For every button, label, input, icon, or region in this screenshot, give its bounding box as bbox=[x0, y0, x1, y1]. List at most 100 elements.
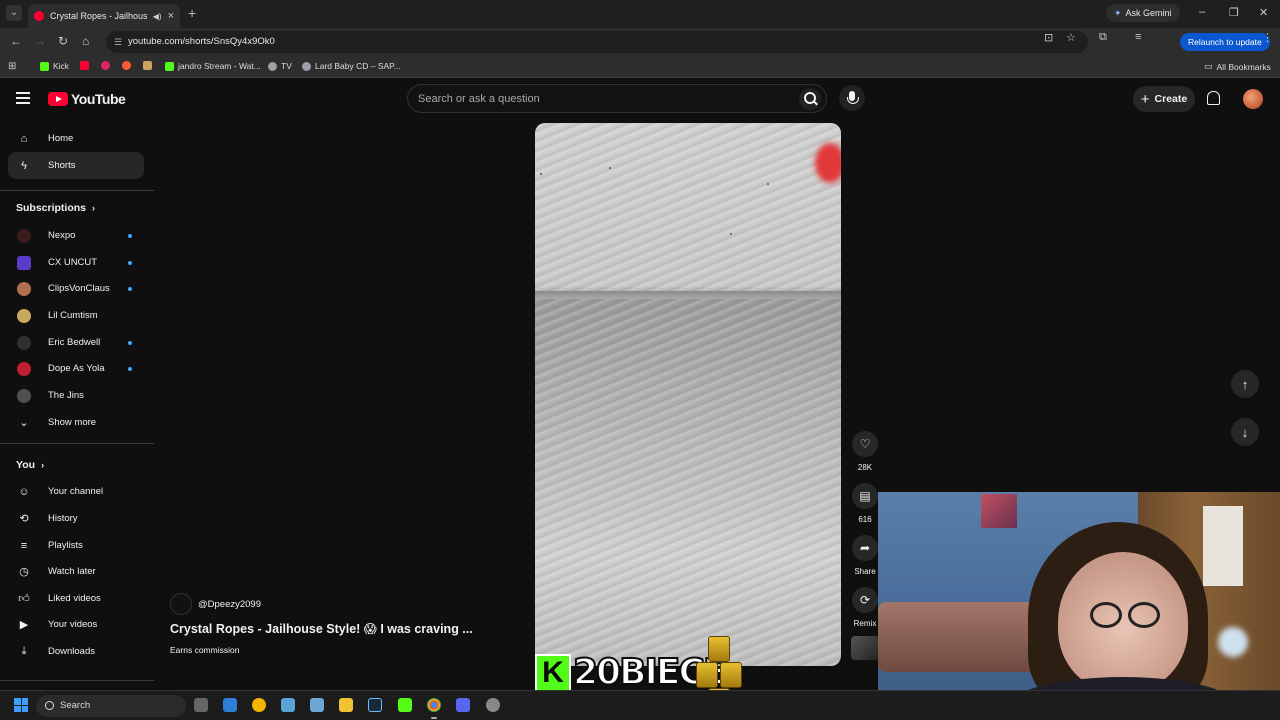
sidebar-item-history[interactable]: ⟲ History bbox=[8, 505, 144, 532]
back-icon[interactable]: ← bbox=[10, 34, 22, 48]
new-tab-button[interactable]: + bbox=[188, 5, 196, 21]
file-explorer-icon[interactable] bbox=[339, 698, 353, 712]
weather-icon[interactable] bbox=[252, 698, 266, 712]
youtube-logo[interactable]: YouTube bbox=[48, 91, 126, 107]
share-button[interactable]: ➦ Share bbox=[852, 535, 878, 576]
previous-short-arrow-up-icon[interactable]: ↑ bbox=[1231, 370, 1259, 398]
windows-start-icon[interactable] bbox=[14, 698, 28, 712]
home-icon[interactable]: ⌂ bbox=[82, 34, 89, 48]
close-tab-icon[interactable]: × bbox=[168, 10, 174, 22]
sidebar-item-your-channel[interactable]: ☺ Your channel bbox=[8, 478, 144, 505]
short-video-player[interactable] bbox=[535, 123, 841, 666]
discord-icon[interactable] bbox=[456, 698, 470, 712]
microphone-icon[interactable] bbox=[839, 85, 865, 111]
close-window-icon[interactable]: ✕ bbox=[1259, 6, 1268, 19]
relaunch-button[interactable]: Relaunch to update bbox=[1180, 33, 1270, 51]
channel-row[interactable]: @Dpeezy2099 bbox=[170, 593, 261, 615]
hamburger-menu-icon[interactable] bbox=[16, 92, 30, 104]
bookmark-star-icon[interactable]: ☆ bbox=[1066, 31, 1076, 44]
create-button[interactable]: + Create bbox=[1133, 86, 1195, 112]
video-frame-detail bbox=[767, 183, 769, 185]
share-label: Share bbox=[854, 567, 876, 576]
install-app-icon[interactable]: ⊡ bbox=[1044, 31, 1053, 44]
like-count: 28K bbox=[857, 463, 873, 472]
account-avatar[interactable] bbox=[1243, 89, 1263, 109]
short-title[interactable]: Crystal Ropes - Jailhouse Style! 😱 I was… bbox=[170, 621, 510, 636]
search-icon[interactable] bbox=[799, 88, 821, 110]
subscriptions-heading[interactable]: Subscriptions › bbox=[16, 202, 95, 214]
bookmark-kick[interactable]: Kick bbox=[40, 61, 69, 71]
sidebar-item-watch-later[interactable]: ◷ Watch later bbox=[8, 558, 144, 585]
reload-icon[interactable]: ↻ bbox=[58, 34, 68, 48]
extensions-icon[interactable]: ⧉ bbox=[1099, 31, 1107, 44]
bookmark-reddit[interactable] bbox=[122, 61, 131, 70]
sidebar-item-cx-uncut[interactable]: CX UNCUT bbox=[8, 249, 144, 276]
bookmark-jandro-stream[interactable]: jandro Stream - Wat... bbox=[165, 61, 261, 71]
earns-commission-label: Earns commission bbox=[170, 645, 240, 655]
bookmark-lard-baby[interactable]: Lard Baby CD – SAP... bbox=[302, 61, 401, 71]
home-icon: ⌂ bbox=[20, 132, 28, 145]
chrome-icon[interactable] bbox=[427, 698, 441, 719]
next-short-arrow-down-icon[interactable]: ↓ bbox=[1231, 418, 1259, 446]
ask-gemini-button[interactable]: ✦ Ask Gemini bbox=[1106, 4, 1180, 22]
sidebar-item-nexpo[interactable]: Nexpo bbox=[8, 222, 144, 249]
search-box bbox=[407, 84, 827, 113]
browser-tab[interactable]: Crystal Ropes - Jailhouse St ◀) × bbox=[28, 4, 180, 28]
sidebar-item-shorts[interactable]: ϟ Shorts bbox=[8, 152, 144, 179]
sidebar-item-liked-videos[interactable]: 👍︎ Liked videos bbox=[8, 585, 144, 612]
sidebar-item-dope-as-yola[interactable]: Dope As Yola bbox=[8, 355, 144, 382]
channel-avatar bbox=[17, 361, 31, 376]
image-bookmark-icon bbox=[143, 61, 152, 70]
remix-button[interactable]: ⟳ Remix bbox=[852, 587, 878, 628]
webcam-detail bbox=[981, 494, 1017, 528]
speaker-icon[interactable]: ◀) bbox=[153, 12, 162, 21]
new-content-dot bbox=[128, 233, 132, 238]
comments-button[interactable]: ▤ 616 bbox=[852, 483, 878, 524]
notifications-bell-icon[interactable] bbox=[1207, 91, 1220, 105]
show-more-button[interactable]: ⌄ Show more bbox=[8, 409, 144, 436]
sidebar-item-lil-cumtism[interactable]: Lil Cumtism bbox=[8, 302, 144, 329]
bookmark-youtube[interactable] bbox=[80, 61, 89, 70]
sidebar-item-playlists[interactable]: ≡ Playlists bbox=[8, 532, 144, 559]
minecraft-icon[interactable] bbox=[398, 698, 412, 712]
widgets-icon[interactable] bbox=[223, 698, 237, 712]
photos-icon[interactable] bbox=[281, 698, 295, 712]
channel-avatar bbox=[17, 388, 31, 403]
bookmark-pinterest[interactable] bbox=[101, 61, 110, 70]
restore-icon[interactable]: ❐ bbox=[1229, 6, 1239, 19]
task-view-icon[interactable] bbox=[194, 698, 208, 712]
sidebar-item-eric-bedwell[interactable]: Eric Bedwell bbox=[8, 329, 144, 356]
tab-search-icon[interactable]: ⌄ bbox=[6, 5, 22, 21]
bookmark-tv[interactable]: TV bbox=[268, 61, 292, 71]
app-icon[interactable] bbox=[486, 698, 500, 712]
channel-handle[interactable]: @Dpeezy2099 bbox=[198, 599, 261, 610]
search-input[interactable] bbox=[418, 90, 788, 108]
minimize-icon[interactable]: – bbox=[1199, 6, 1205, 18]
like-button[interactable]: ♡ 28K bbox=[852, 431, 878, 472]
create-label: Create bbox=[1154, 93, 1188, 105]
bookmark-image[interactable] bbox=[143, 61, 152, 70]
windows-taskbar: Search bbox=[0, 690, 1280, 720]
menu-kebab-icon[interactable]: ⋮ bbox=[1262, 31, 1273, 44]
sidebar-item-clipsvonclaus[interactable]: ClipsVonClaus bbox=[8, 275, 144, 302]
remix-label: Remix bbox=[853, 619, 877, 628]
channel-avatar[interactable] bbox=[170, 593, 192, 615]
sidebar-item-downloads[interactable]: ⤓ Downloads bbox=[8, 638, 144, 665]
sidebar-item-home[interactable]: ⌂ Home bbox=[8, 125, 144, 152]
address-bar[interactable]: ☰ youtube.com/shorts/SnsQy4x9Ok0 bbox=[106, 31, 1088, 53]
sidebar-item-your-videos[interactable]: ▶ Your videos bbox=[8, 611, 144, 638]
forward-icon[interactable]: → bbox=[34, 34, 46, 48]
taskbar-search[interactable]: Search bbox=[36, 695, 186, 717]
apps-grid-icon[interactable]: ⊞ bbox=[8, 61, 16, 72]
audio-thumbnail[interactable] bbox=[851, 636, 879, 660]
you-heading[interactable]: You › bbox=[16, 459, 44, 471]
youtube-logo-text: YouTube bbox=[71, 91, 126, 107]
divider bbox=[0, 680, 154, 681]
calculator-icon[interactable] bbox=[310, 698, 324, 712]
reading-list-icon[interactable]: ≡ bbox=[1135, 31, 1141, 43]
tab-title: Crystal Ropes - Jailhouse St bbox=[50, 11, 147, 21]
steam-icon[interactable] bbox=[368, 698, 382, 712]
sidebar-item-the-jins[interactable]: The Jins bbox=[8, 382, 144, 409]
site-info-icon[interactable]: ☰ bbox=[114, 31, 122, 53]
all-bookmarks-button[interactable]: ▭ All Bookmarks bbox=[1204, 61, 1271, 72]
